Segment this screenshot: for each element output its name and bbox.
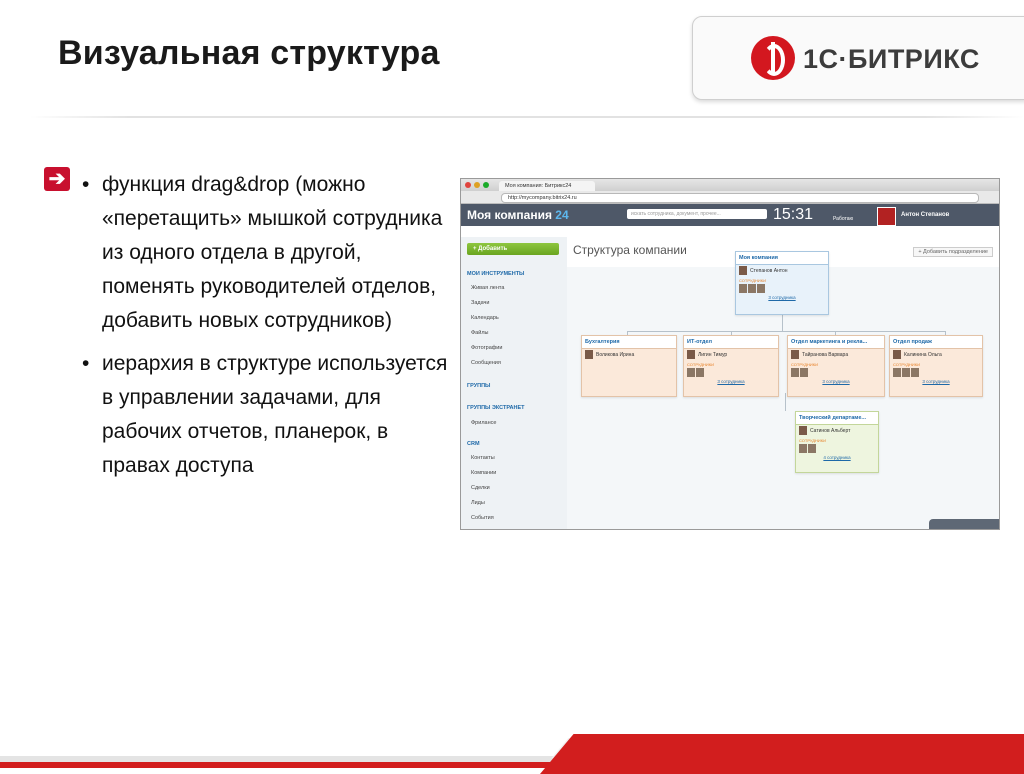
node-head: Сатинов Альберт bbox=[796, 425, 878, 435]
org-node-dept[interactable]: ИТ-отдел Лигин Тимур СОТРУДНИКИ 3 сотруд… bbox=[683, 335, 779, 397]
sidebar: + Добавить МОИ ИНСТРУМЕНТЫ Живая лента З… bbox=[461, 237, 568, 529]
sidebar-item[interactable]: Компании bbox=[471, 470, 496, 476]
work-status[interactable]: Работаю bbox=[833, 216, 853, 222]
arrow-right-icon: ➔ bbox=[44, 167, 70, 191]
sidebar-item[interactable]: Файлы bbox=[471, 330, 488, 336]
sidebar-item[interactable]: Сообщения bbox=[471, 360, 501, 366]
staff-count[interactable]: 4 сотрудника bbox=[796, 455, 878, 460]
org-node-subdept[interactable]: Творческий департаме... Сатинов Альберт … bbox=[795, 411, 879, 473]
messenger-bar[interactable] bbox=[929, 519, 999, 529]
staff-thumbs bbox=[788, 367, 884, 379]
org-node-dept[interactable]: Бухгалтерия Воликова Ирина bbox=[581, 335, 677, 397]
node-title: Отдел маркетинга и рекла... bbox=[788, 336, 884, 349]
node-head: Тайранова Варвара bbox=[788, 349, 884, 359]
staff-label: СОТРУДНИКИ bbox=[791, 362, 818, 367]
node-title: Бухгалтерия bbox=[582, 336, 676, 349]
address-bar[interactable]: http://mycompany.bitrix24.ru bbox=[501, 193, 979, 203]
sidebar-item[interactable]: Календарь bbox=[471, 315, 499, 321]
logo-text: 1С·БИТРИКС bbox=[803, 44, 980, 74]
add-button[interactable]: + Добавить bbox=[467, 243, 559, 255]
bitrix-logo-icon bbox=[751, 36, 795, 80]
staff-label: СОТРУДНИКИ bbox=[799, 438, 826, 443]
bitrix-logo: 1С·БИТРИКС bbox=[692, 16, 1024, 100]
company-label: Моя компания bbox=[467, 208, 552, 222]
staff-count[interactable]: 3 сотрудника bbox=[684, 379, 778, 384]
bullet-list: функция drag&drop (можно «перетащить» мы… bbox=[82, 168, 452, 492]
org-node-dept[interactable]: Отдел маркетинга и рекла... Тайранова Ва… bbox=[787, 335, 885, 397]
footer-red-strip bbox=[0, 762, 1024, 768]
node-title: Моя компания bbox=[736, 252, 828, 265]
slide-title: Визуальная структура bbox=[58, 34, 440, 72]
sidebar-item[interactable]: Контакты bbox=[471, 455, 495, 461]
bullet-item: иерархия в структуре используется в упра… bbox=[82, 347, 452, 483]
staff-label: СОТРУДНИКИ bbox=[739, 278, 766, 283]
node-title: Отдел продаж bbox=[890, 336, 982, 349]
sidebar-section-extranet[interactable]: ГРУППЫ ЭКСТРАНЕТ bbox=[467, 405, 525, 411]
bullet-item: функция drag&drop (можно «перетащить» мы… bbox=[82, 168, 452, 338]
close-window-icon[interactable] bbox=[465, 182, 471, 188]
staff-count[interactable]: 3 сотрудника bbox=[736, 295, 828, 300]
staff-label: СОТРУДНИКИ bbox=[893, 362, 920, 367]
connector bbox=[627, 331, 945, 332]
bitrix-screenshot: Моя компания: Битрикс24 http://mycompany… bbox=[460, 178, 1000, 530]
sidebar-section-groups[interactable]: ГРУППЫ bbox=[467, 383, 490, 389]
sidebar-section-crm[interactable]: CRM bbox=[467, 441, 480, 447]
node-head: Калинина Ольга bbox=[890, 349, 982, 359]
staff-thumbs bbox=[736, 283, 828, 295]
add-button-label: Добавить bbox=[478, 246, 508, 252]
sidebar-item[interactable]: Задачи bbox=[471, 300, 489, 306]
footer-swoosh-red bbox=[540, 734, 1024, 774]
staff-thumbs bbox=[796, 443, 878, 455]
node-title: ИТ-отдел bbox=[684, 336, 778, 349]
sidebar-section-tools[interactable]: МОИ ИНСТРУМЕНТЫ bbox=[467, 271, 524, 277]
org-chart: Моя компания Степанов Антон СОТРУДНИКИ 3… bbox=[567, 251, 999, 529]
sidebar-item[interactable]: События bbox=[471, 515, 494, 521]
staff-thumbs bbox=[890, 367, 982, 379]
company-name[interactable]: Моя компания 24 bbox=[467, 208, 569, 222]
sidebar-item[interactable]: Лиды bbox=[471, 500, 485, 506]
browser-tab[interactable]: Моя компания: Битрикс24 bbox=[499, 181, 595, 191]
user-name[interactable]: Антон Степанов bbox=[901, 212, 949, 218]
org-node-root[interactable]: Моя компания Степанов Антон СОТРУДНИКИ 3… bbox=[735, 251, 829, 315]
browser-tabbar: Моя компания: Битрикс24 bbox=[461, 179, 999, 191]
connector bbox=[782, 313, 783, 331]
sidebar-item[interactable]: Живая лента bbox=[471, 285, 504, 291]
add-department-button[interactable]: + Добавить подразделение bbox=[913, 247, 993, 257]
minimize-window-icon[interactable] bbox=[474, 182, 480, 188]
company-num: 24 bbox=[555, 208, 569, 222]
node-head: Степанов Антон bbox=[736, 265, 828, 275]
node-head: Лигин Тимур bbox=[684, 349, 778, 359]
page-title: Структура компании bbox=[573, 243, 687, 257]
staff-thumbs bbox=[684, 367, 778, 379]
staff-count[interactable]: 3 сотрудника bbox=[788, 379, 884, 384]
staff-count[interactable]: 3 сотрудника bbox=[890, 379, 982, 384]
main-content: Структура компании + Добавить подразделе… bbox=[567, 237, 999, 529]
node-title: Творческий департаме... bbox=[796, 412, 878, 425]
app-header: Моя компания 24 искать сотрудника, докум… bbox=[461, 204, 999, 226]
node-head: Воликова Ирина bbox=[582, 349, 676, 359]
connector bbox=[785, 393, 786, 411]
staff-label: СОТРУДНИКИ bbox=[687, 362, 714, 367]
sidebar-item[interactable]: Фотографии bbox=[471, 345, 502, 351]
search-input[interactable]: искать сотрудника, документ, прочее... bbox=[627, 209, 767, 219]
org-node-dept[interactable]: Отдел продаж Калинина Ольга СОТРУДНИКИ 3… bbox=[889, 335, 983, 397]
browser-toolbar: http://mycompany.bitrix24.ru bbox=[461, 191, 999, 204]
divider bbox=[30, 116, 1024, 118]
clock[interactable]: 15:31 bbox=[773, 206, 813, 224]
sidebar-item[interactable]: Фрилансе bbox=[471, 420, 496, 426]
avatar[interactable] bbox=[877, 207, 896, 226]
maximize-window-icon[interactable] bbox=[483, 182, 489, 188]
sidebar-item[interactable]: Сделки bbox=[471, 485, 490, 491]
